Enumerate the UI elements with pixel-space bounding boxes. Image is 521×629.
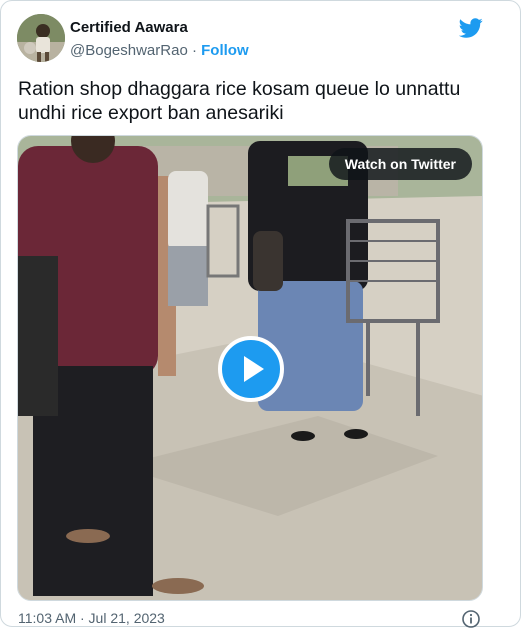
watch-on-twitter-button[interactable]: Watch on Twitter (328, 148, 472, 180)
play-icon (244, 356, 264, 382)
follow-button[interactable]: Follow (201, 42, 249, 59)
tweet-card: Certified Aawara @BogeshwarRao · Follow … (0, 0, 521, 629)
user-handle[interactable]: @BogeshwarRao (70, 42, 188, 59)
handle-separator: · (187, 42, 202, 59)
tweet-timestamp[interactable]: 11:03 AM · Jul 21, 2023 (18, 610, 165, 626)
tweet-text: Ration shop dhaggara rice kosam queue lo… (18, 78, 461, 124)
video-thumbnail[interactable]: Watch on Twitter (17, 135, 483, 601)
twitter-bird-icon[interactable] (459, 16, 483, 40)
play-button[interactable] (218, 336, 284, 402)
handle-row: @BogeshwarRao · Follow (70, 42, 249, 59)
avatar[interactable] (17, 14, 65, 62)
avatar-image (17, 14, 65, 62)
display-name[interactable]: Certified Aawara (70, 19, 188, 36)
info-icon[interactable] (461, 609, 481, 629)
